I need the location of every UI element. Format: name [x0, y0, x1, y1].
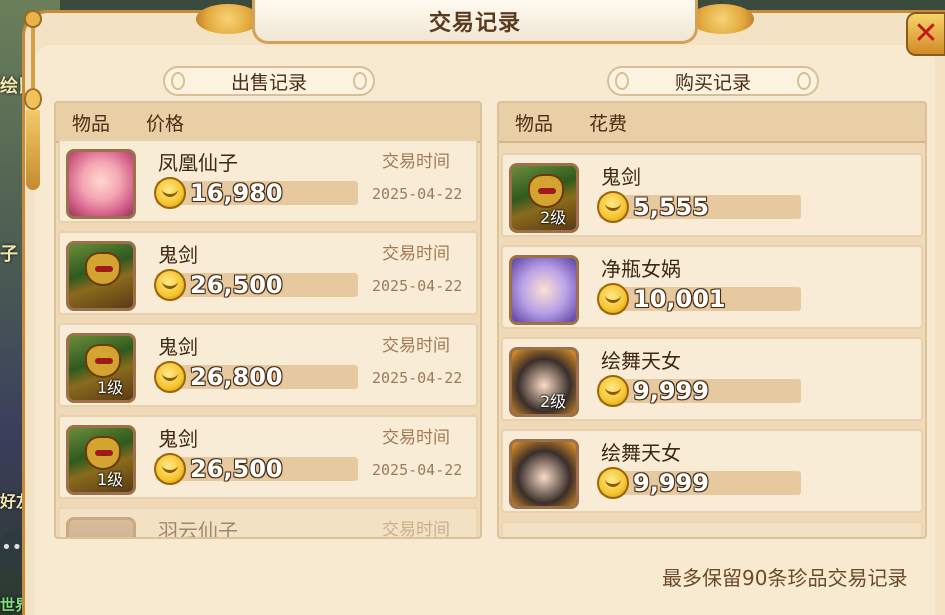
ghost-sword-avatar-icon [66, 241, 136, 311]
trade-date: 2025-04-22 [372, 369, 463, 387]
ghost-sword-avatar-icon: 1级 [66, 333, 136, 403]
sell-record-row[interactable]: 1级 鬼剑 26,800 交易时间 2025-04-22 [58, 323, 478, 407]
header-ornament-icon [171, 72, 185, 90]
dancing-goddess-avatar-icon [509, 439, 579, 509]
dancing-goddess-avatar-icon: 2级 [509, 347, 579, 417]
sell-record-row[interactable]: 羽云仙子 交易时间 [58, 507, 478, 539]
gold-coin-icon [597, 375, 629, 407]
price-value: 26,800 [190, 363, 283, 391]
cost-value: 10,001 [633, 285, 726, 313]
gold-coin-icon [154, 361, 186, 393]
gold-coin-icon [597, 467, 629, 499]
trade-time-label: 交易时间 [382, 152, 450, 172]
sell-list[interactable]: 凤凰仙子 16,980 交易时间 2025-04-22 鬼剑 26,500 交易… [56, 139, 480, 539]
title-ornament-icon [690, 4, 754, 34]
trade-date: 2025-04-22 [372, 185, 463, 203]
sell-record-row[interactable]: 1级 鬼剑 26,500 交易时间 2025-04-22 [58, 415, 478, 499]
trade-time-label: 交易时间 [382, 244, 450, 264]
title-ornament-icon [196, 4, 260, 34]
gold-coin-icon [597, 283, 629, 315]
ghost-sword-avatar-icon: 2级 [509, 163, 579, 233]
item-name: 鬼剑 [158, 243, 198, 267]
item-name: 羽云仙子 [158, 519, 238, 539]
buy-table-header: 物品 花费 [499, 103, 925, 143]
buy-records-header: 购买记录 [607, 66, 819, 96]
window-title: 交易记录 [428, 10, 521, 36]
buy-records-panel[interactable]: 物品 花费 2级 鬼剑 5,555 净瓶女娲 10,001 2级 绘舞天女 9,… [497, 101, 927, 539]
trade-date: 2025-04-22 [372, 277, 463, 295]
sell-records-header: 出售记录 [163, 66, 375, 96]
item-name: 鬼剑 [158, 427, 198, 451]
footer-note: 最多保留90条珍品交易记录 [662, 566, 908, 590]
gold-coin-icon [154, 177, 186, 209]
sell-table-header: 物品 价格 [56, 103, 480, 143]
gold-coin-icon [154, 453, 186, 485]
trade-time-label: 交易时间 [382, 336, 450, 356]
item-name: 绘舞天女 [601, 441, 681, 465]
close-button[interactable]: ✕ [906, 12, 945, 56]
level-badge: 2级 [540, 392, 567, 411]
item-name: 凤凰仙子 [158, 151, 238, 175]
title-plate: 交易记录 [252, 0, 698, 44]
gold-coin-icon [597, 191, 629, 223]
cost-value: 9,999 [633, 469, 709, 497]
gold-coin-icon [154, 269, 186, 301]
cost-value: 5,555 [633, 193, 709, 221]
buy-record-row[interactable] [501, 521, 923, 537]
buy-records-title: 购买记录 [674, 71, 751, 94]
cost-value: 9,999 [633, 377, 709, 405]
item-name: 鬼剑 [601, 165, 641, 189]
sell-records-title: 出售记录 [230, 71, 307, 94]
buy-record-row[interactable]: 净瓶女娲 10,001 [501, 245, 923, 329]
price-value: 26,500 [190, 455, 283, 483]
price-value: 16,980 [190, 179, 283, 207]
header-ornament-icon [797, 72, 811, 90]
item-name: 鬼剑 [158, 335, 198, 359]
buy-record-row[interactable]: 绘舞天女 9,999 [501, 429, 923, 513]
vase-nuwa-avatar-icon [509, 255, 579, 325]
buy-record-row[interactable]: 2级 绘舞天女 9,999 [501, 337, 923, 421]
feather-fairy-avatar-icon [66, 517, 136, 537]
level-badge: 2级 [540, 208, 567, 227]
sell-record-row[interactable]: 鬼剑 26,500 交易时间 2025-04-22 [58, 231, 478, 315]
bg-label: 子 [0, 244, 18, 265]
item-name: 绘舞天女 [601, 349, 681, 373]
buy-list[interactable]: 2级 鬼剑 5,555 净瓶女娲 10,001 2级 绘舞天女 9,999 绘舞… [499, 153, 925, 537]
price-value: 26,500 [190, 271, 283, 299]
column-item: 物品 [72, 112, 111, 135]
column-price: 价格 [146, 112, 185, 135]
buy-record-row[interactable]: 2级 鬼剑 5,555 [501, 153, 923, 237]
column-cost: 花费 [589, 112, 628, 135]
trade-date: 2025-04-22 [372, 461, 463, 479]
sell-record-row[interactable]: 凤凰仙子 16,980 交易时间 2025-04-22 [58, 139, 478, 223]
close-icon: ✕ [913, 16, 939, 51]
trade-time-label: 交易时间 [382, 428, 450, 448]
column-item: 物品 [515, 112, 554, 135]
sell-records-panel[interactable]: 物品 价格 凤凰仙子 16,980 交易时间 2025-04-22 鬼剑 26,… [54, 101, 482, 539]
level-badge: 1级 [97, 470, 124, 489]
header-ornament-icon [353, 72, 367, 90]
phoenix-fairy-avatar-icon [66, 149, 136, 219]
header-ornament-icon [615, 72, 629, 90]
trade-time-label: 交易时间 [382, 520, 450, 539]
level-badge: 1级 [97, 378, 124, 397]
item-name: 净瓶女娲 [601, 257, 681, 281]
tassel-ornament-icon [18, 10, 48, 190]
ghost-sword-avatar-icon: 1级 [66, 425, 136, 495]
